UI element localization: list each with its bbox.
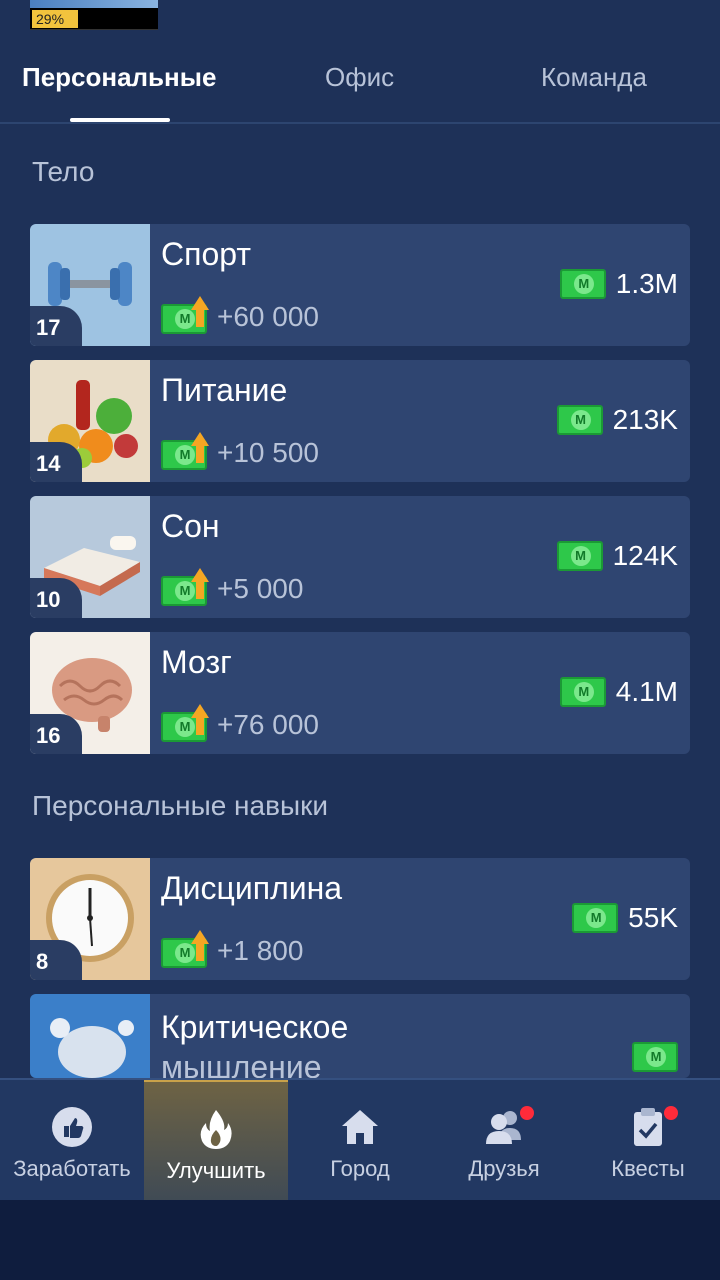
- upgrade-card-critical-thinking[interactable]: Критическое мышление: [30, 994, 690, 1078]
- nav-label: Квесты: [611, 1156, 685, 1181]
- price-value: 1.3M: [615, 268, 678, 299]
- money-icon: [632, 1042, 678, 1072]
- card-title: Критическое: [161, 1009, 349, 1045]
- income-value: +10 500: [217, 437, 319, 468]
- price-value: 124K: [612, 540, 678, 571]
- income-value: +76 000: [217, 709, 319, 740]
- section-title-skills: Персональные навыки: [32, 790, 328, 821]
- nav-label: Друзья: [468, 1156, 540, 1181]
- price-row: 55K: [572, 902, 678, 934]
- home-icon: [342, 1110, 378, 1144]
- system-navigation-bar: [0, 1200, 720, 1280]
- income-value: +1 800: [217, 935, 304, 966]
- money-icon: [556, 541, 603, 571]
- price-value: 213K: [612, 404, 678, 435]
- category-tabs: Персональные Офис Команда: [0, 50, 720, 124]
- notification-badge: [520, 1106, 534, 1120]
- nav-earn[interactable]: Заработать: [0, 1080, 144, 1202]
- income-value: +5 000: [217, 573, 304, 604]
- income-up-icon: [161, 704, 209, 742]
- income-row: +10 500: [161, 432, 319, 470]
- price-row: 124K: [556, 540, 678, 572]
- card-title: Питание: [161, 372, 288, 408]
- tab-personal[interactable]: Персональные: [22, 62, 216, 93]
- fire-icon: [200, 1110, 232, 1149]
- nav-label: Заработать: [13, 1156, 131, 1181]
- clipboard-icon: [634, 1108, 662, 1146]
- price-value: 4.1M: [615, 676, 678, 707]
- income-up-icon: [161, 568, 209, 606]
- upgrade-card-discipline[interactable]: 8 Дисциплина +1 800 55K: [30, 858, 690, 980]
- section-title-body: Тело: [32, 156, 95, 187]
- tab-team[interactable]: Команда: [541, 62, 647, 93]
- price-row: 213K: [556, 404, 678, 436]
- avatar-image: [30, 0, 158, 8]
- nav-upgrade[interactable]: Улучшить: [144, 1080, 288, 1202]
- money-icon: [556, 405, 603, 435]
- money-icon: [559, 269, 606, 299]
- income-value: +60 000: [217, 301, 319, 332]
- nav-city[interactable]: Город: [288, 1080, 432, 1202]
- level-progress: 29%: [32, 10, 78, 28]
- level-badge: 16: [30, 714, 82, 754]
- income-row: +76 000: [161, 704, 319, 742]
- level-badge: 10: [30, 578, 82, 618]
- price-value: 55K: [628, 902, 678, 933]
- level-badge: 17: [30, 306, 82, 346]
- friends-icon: [486, 1111, 521, 1144]
- money-icon: [559, 677, 606, 707]
- player-avatar[interactable]: 29%: [30, 0, 158, 30]
- bottom-nav: Заработать Улучшить Город Друзья Квесты: [0, 1078, 720, 1202]
- thumbs-up-icon: [52, 1107, 92, 1147]
- price-row: 1.3M: [559, 268, 678, 300]
- card-subtitle: мышление: [161, 1049, 322, 1078]
- card-title: Сон: [161, 508, 220, 544]
- notification-badge: [664, 1106, 678, 1120]
- income-row: +60 000: [161, 296, 319, 334]
- level-badge: 14: [30, 442, 82, 482]
- upgrade-card-nutrition[interactable]: 14 Питание +10 500 213K: [30, 360, 690, 482]
- upgrade-card-sleep[interactable]: 10 Сон +5 000 124K: [30, 496, 690, 618]
- card-title: Спорт: [161, 236, 251, 272]
- income-up-icon: [161, 296, 209, 334]
- level-badge: 8: [30, 940, 82, 980]
- tab-office[interactable]: Офис: [325, 62, 394, 93]
- upgrade-card-brain[interactable]: 16 Мозг +76 000 4.1M: [30, 632, 690, 754]
- nav-quests[interactable]: Квесты: [576, 1080, 720, 1202]
- nav-friends[interactable]: Друзья: [432, 1080, 576, 1202]
- income-up-icon: [161, 432, 209, 470]
- card-title: Дисциплина: [161, 870, 343, 906]
- income-row: +1 800: [161, 930, 304, 968]
- nav-label: Улучшить: [166, 1158, 266, 1183]
- card-title: Мозг: [161, 644, 232, 680]
- nav-label: Город: [330, 1156, 390, 1181]
- income-up-icon: [161, 930, 209, 968]
- upgrade-card-sport[interactable]: 17 Спорт +60 000 1.3M: [30, 224, 690, 346]
- price-row: 4.1M: [559, 676, 678, 708]
- price-row: [632, 1042, 678, 1072]
- active-tab-indicator: [70, 118, 170, 122]
- money-icon: [572, 903, 619, 933]
- income-row: +5 000: [161, 568, 304, 606]
- thinking-icon: [30, 994, 150, 1078]
